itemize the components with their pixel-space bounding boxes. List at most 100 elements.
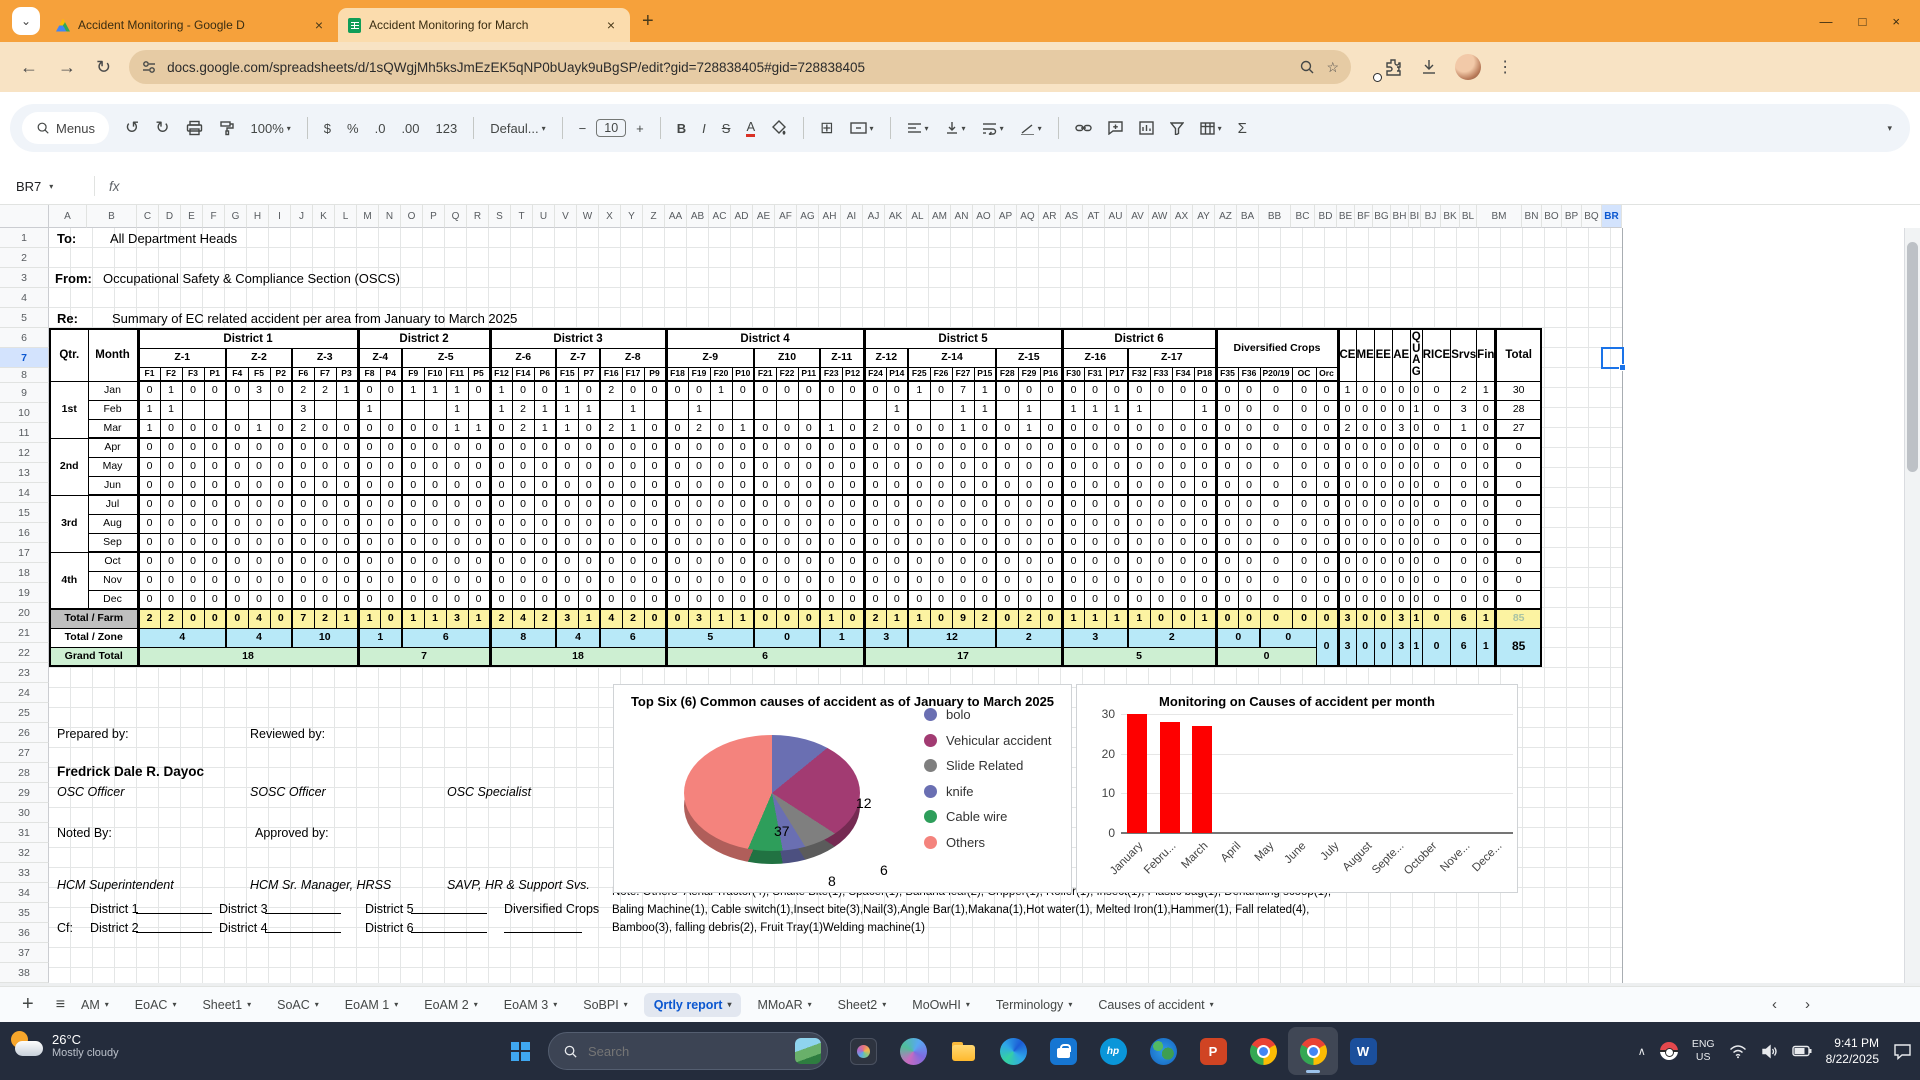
grand-total-cell[interactable]: 7 xyxy=(358,647,490,666)
column-header[interactable]: BD xyxy=(1315,205,1337,228)
functions-sigma-button[interactable]: Σ xyxy=(1238,120,1247,137)
data-cell[interactable]: 0 xyxy=(512,476,534,495)
data-cell[interactable]: 0 xyxy=(468,571,490,590)
data-cell[interactable]: 0 xyxy=(226,495,248,514)
data-cell[interactable]: 0 xyxy=(710,514,732,533)
format-percent-button[interactable]: % xyxy=(347,121,359,136)
data-cell[interactable]: 0 xyxy=(710,495,732,514)
data-cell[interactable]: 2 xyxy=(1338,419,1356,438)
data-cell[interactable]: 0 xyxy=(1260,381,1292,400)
row-header[interactable]: 1 xyxy=(0,228,49,248)
data-cell[interactable]: 1 xyxy=(160,381,182,400)
data-cell[interactable]: 0 xyxy=(710,476,732,495)
data-cell[interactable]: 0 xyxy=(930,438,952,457)
data-cell[interactable]: 0 xyxy=(974,514,996,533)
data-cell[interactable]: 0 xyxy=(886,590,908,609)
data-cell[interactable]: 0 xyxy=(138,381,160,400)
data-cell[interactable]: 0 xyxy=(1216,381,1238,400)
fill-handle[interactable] xyxy=(1619,364,1626,371)
data-cell[interactable]: 0 xyxy=(1106,495,1128,514)
data-cell[interactable]: 0 xyxy=(1356,438,1374,457)
data-cell[interactable]: 0 xyxy=(1238,533,1260,552)
data-cell[interactable]: 0 xyxy=(1374,419,1392,438)
close-tab-icon[interactable]: × xyxy=(310,17,328,33)
data-cell[interactable]: 0 xyxy=(358,514,380,533)
data-cell[interactable]: 0 xyxy=(1194,514,1216,533)
data-cell[interactable]: 0 xyxy=(380,438,402,457)
data-cell[interactable]: 0 xyxy=(358,381,380,400)
data-cell[interactable]: 0 xyxy=(952,514,974,533)
data-cell[interactable]: 1 xyxy=(556,400,578,419)
data-cell[interactable]: 0 xyxy=(1238,438,1260,457)
chevron-down-icon[interactable]: ▾ xyxy=(394,1000,398,1009)
total-farm-cell[interactable]: 0 xyxy=(1260,609,1292,628)
total-farm-cell[interactable]: 4 xyxy=(512,609,534,628)
data-cell[interactable]: 0 xyxy=(402,571,424,590)
close-tab-icon[interactable]: × xyxy=(602,17,620,33)
data-cell[interactable]: 0 xyxy=(138,495,160,514)
row-header[interactable]: 35 xyxy=(0,903,49,923)
data-cell[interactable]: 0 xyxy=(732,533,754,552)
data-cell[interactable]: 0 xyxy=(776,495,798,514)
data-cell[interactable]: 0 xyxy=(160,590,182,609)
row-header[interactable]: 36 xyxy=(0,923,49,943)
column-header[interactable]: F xyxy=(203,205,225,228)
data-cell[interactable]: 1 xyxy=(556,419,578,438)
data-cell[interactable]: 2 xyxy=(600,381,622,400)
data-cell[interactable]: 0 xyxy=(1392,381,1410,400)
column-header[interactable]: H xyxy=(247,205,269,228)
column-header[interactable]: W xyxy=(577,205,599,228)
data-cell[interactable]: 0 xyxy=(644,438,666,457)
data-cell[interactable]: 0 xyxy=(358,533,380,552)
data-cell[interactable]: 0 xyxy=(402,438,424,457)
bottom-merged-cell[interactable]: 6 xyxy=(1451,628,1477,666)
total-farm-cell[interactable]: 1 xyxy=(710,609,732,628)
data-cell[interactable]: 0 xyxy=(578,533,600,552)
data-cell[interactable]: 0 xyxy=(138,533,160,552)
data-cell[interactable]: 0 xyxy=(1040,571,1062,590)
data-cell[interactable]: 0 xyxy=(1410,571,1422,590)
data-cell[interactable]: 0 xyxy=(1106,590,1128,609)
text-rotation-button[interactable]: ▾ xyxy=(1020,122,1042,135)
legend-item[interactable]: Vehicular accident xyxy=(924,733,1052,748)
data-cell[interactable]: 0 xyxy=(512,552,534,571)
chevron-down-icon[interactable]: ▾ xyxy=(474,1000,478,1009)
data-cell[interactable]: 0 xyxy=(1018,381,1040,400)
data-cell[interactable] xyxy=(314,400,336,419)
data-cell[interactable]: 0 xyxy=(1084,381,1106,400)
data-cell[interactable]: 0 xyxy=(930,419,952,438)
total-farm-cell[interactable]: 0 xyxy=(644,609,666,628)
data-cell[interactable]: 0 xyxy=(138,571,160,590)
profile-avatar[interactable] xyxy=(1455,54,1481,80)
data-cell[interactable]: 0 xyxy=(1410,495,1422,514)
tab-search-button[interactable]: ⌄ xyxy=(12,7,40,35)
data-cell[interactable]: 0 xyxy=(1084,590,1106,609)
data-cell[interactable]: 1 xyxy=(556,381,578,400)
row-header[interactable]: 24 xyxy=(0,683,49,703)
total-farm-cell[interactable]: 0 xyxy=(1238,609,1260,628)
column-header[interactable]: Y xyxy=(621,205,643,228)
total-farm-cell[interactable]: 2 xyxy=(1018,609,1040,628)
data-cell[interactable]: 1 xyxy=(336,381,358,400)
row-header[interactable]: 3 xyxy=(0,268,49,288)
data-cell[interactable]: 7 xyxy=(952,381,974,400)
data-cell[interactable]: 0 xyxy=(1084,571,1106,590)
data-cell[interactable]: 0 xyxy=(1338,476,1356,495)
data-cell[interactable]: 0 xyxy=(314,514,336,533)
legend-item[interactable]: bolo xyxy=(924,707,1052,722)
total-zone-cell[interactable]: 4 xyxy=(138,628,226,647)
total-farm-cell[interactable]: 6 xyxy=(1451,609,1477,628)
data-cell[interactable]: 0 xyxy=(1316,400,1338,419)
more-formats-button[interactable]: 123 xyxy=(436,121,458,136)
data-cell[interactable]: 0 xyxy=(886,438,908,457)
data-cell[interactable]: 0 xyxy=(1018,533,1040,552)
column-header[interactable]: AT xyxy=(1083,205,1105,228)
data-cell[interactable]: 0 xyxy=(1292,381,1316,400)
bottom-merged-cell[interactable]: 0 xyxy=(1356,628,1374,666)
data-cell[interactable]: 0 xyxy=(1356,590,1374,609)
data-cell[interactable]: 0 xyxy=(226,552,248,571)
data-cell[interactable]: 0 xyxy=(314,552,336,571)
data-cell[interactable]: 0 xyxy=(1150,457,1172,476)
data-cell[interactable]: 0 xyxy=(842,514,864,533)
data-cell[interactable]: 0 xyxy=(1374,533,1392,552)
